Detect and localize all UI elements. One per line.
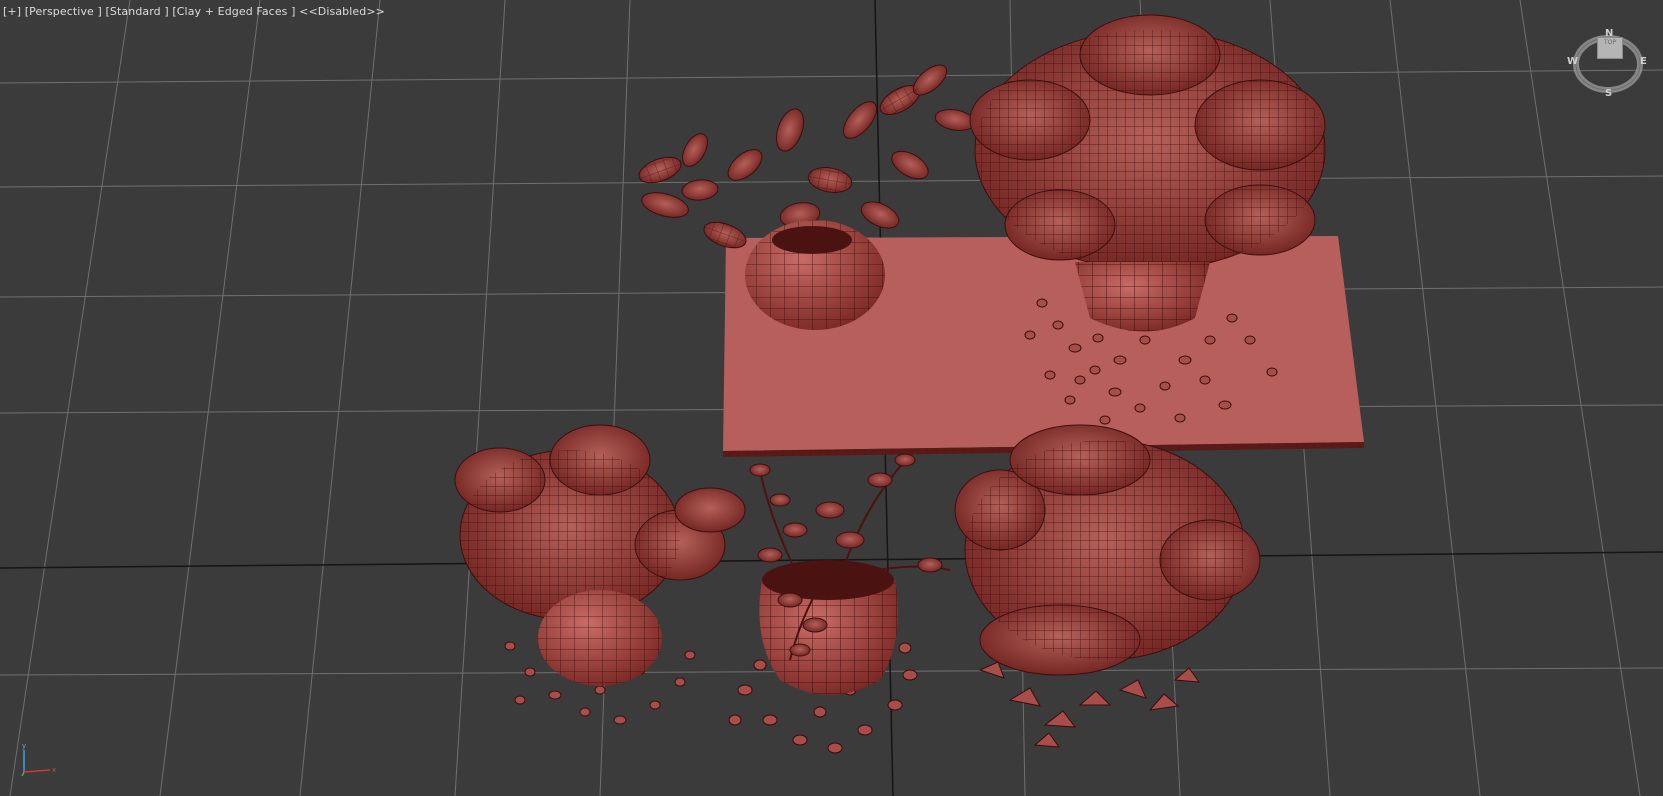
plant-2-foliage-wire bbox=[975, 30, 1325, 270]
viewport-menu-standard[interactable]: [Standard ] bbox=[106, 5, 169, 18]
plant-4-pot bbox=[759, 560, 898, 695]
viewport-menu-plus[interactable]: [+] bbox=[3, 5, 21, 18]
plant-5-foliage-wire bbox=[965, 440, 1245, 660]
plant-3-pot bbox=[538, 590, 662, 686]
compass-south[interactable]: S bbox=[1605, 88, 1612, 99]
scene-canvas[interactable] bbox=[0, 0, 1663, 796]
compass-west[interactable]: W bbox=[1567, 56, 1578, 67]
compass-north[interactable]: N bbox=[1605, 28, 1613, 39]
plant-3-foliage-wire bbox=[460, 450, 680, 620]
viewcube-top-face[interactable]: TOP bbox=[1597, 37, 1623, 59]
viewport-menu-shading[interactable]: [Clay + Edged Faces ] bbox=[172, 5, 295, 18]
viewport-label: [+] [Perspective ] [Standard ] [Clay + E… bbox=[3, 5, 385, 18]
plant-5 bbox=[954, 424, 1261, 676]
viewport-menu-perspective[interactable]: [Perspective ] bbox=[25, 5, 102, 18]
axis-y-label: y bbox=[22, 742, 26, 750]
viewcube[interactable]: TOP N S E W bbox=[1567, 28, 1648, 104]
perspective-viewport[interactable]: [+] [Perspective ] [Standard ] [Clay + E… bbox=[0, 0, 1663, 796]
plant-3 bbox=[454, 424, 746, 686]
axis-tripod-icon: y x bbox=[21, 742, 56, 777]
plant-4 bbox=[749, 453, 951, 695]
viewport-menu-disabled[interactable]: <<Disabled>> bbox=[299, 5, 385, 18]
axis-x-label: x bbox=[52, 766, 56, 774]
compass-east[interactable]: E bbox=[1640, 56, 1647, 67]
plant-1-pot bbox=[745, 220, 885, 330]
viewcube-face-label: TOP bbox=[1603, 39, 1616, 46]
